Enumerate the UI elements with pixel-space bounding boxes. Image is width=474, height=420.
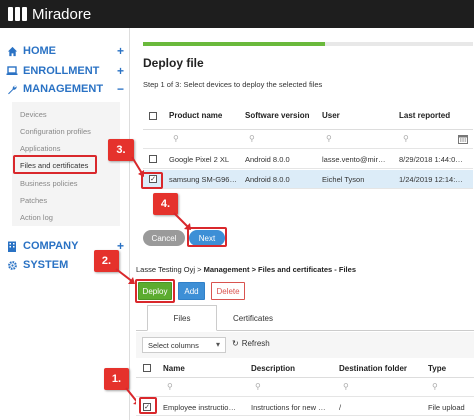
nav-enrollment-label: ENROLLMENT bbox=[23, 65, 100, 77]
device-user: Eichel Tyson bbox=[322, 175, 365, 184]
highlight-file-checkbox bbox=[139, 397, 157, 414]
refresh-icon: ↻ bbox=[232, 339, 239, 348]
select-columns-dropdown[interactable]: Select columns ▾ bbox=[142, 337, 226, 353]
device-row-checkbox[interactable] bbox=[149, 155, 157, 163]
dialog-step-text: Step 1 of 3: Select devices to deploy th… bbox=[143, 80, 323, 89]
nav-home[interactable]: HOME + bbox=[6, 44, 124, 58]
sidebar-item-applications[interactable]: Applications bbox=[20, 144, 60, 153]
file-destination: / bbox=[339, 403, 342, 412]
sidebar-item-patches[interactable]: Patches bbox=[20, 196, 47, 205]
file-description: Instructions for new … bbox=[251, 403, 326, 412]
device-product: Google Pixel 2 XL bbox=[169, 155, 230, 164]
nav-home-label: HOME bbox=[23, 45, 56, 57]
expand-enrollment-icon[interactable]: + bbox=[117, 64, 124, 78]
highlight-files-and-certificates bbox=[13, 155, 97, 174]
col-software-version[interactable]: Software version bbox=[245, 111, 309, 120]
col-name[interactable]: Name bbox=[163, 364, 185, 373]
filter-product-search-icon[interactable]: ⚲ bbox=[173, 134, 179, 143]
top-bar: Miradore bbox=[0, 0, 474, 28]
file-name: Employee instructio… bbox=[163, 403, 236, 412]
app-name[interactable]: Miradore bbox=[32, 6, 91, 23]
highlight-deploy-button bbox=[135, 279, 175, 303]
home-icon bbox=[6, 45, 18, 57]
chevron-down-icon: ▾ bbox=[215, 340, 220, 349]
nav-enrollment[interactable]: ENROLLMENT + bbox=[6, 64, 124, 78]
file-row[interactable]: ✓ Employee instructio… Instructions for … bbox=[136, 398, 474, 416]
deploy-progress-bar bbox=[143, 42, 473, 46]
wrench-icon bbox=[6, 83, 18, 95]
col-destination-folder[interactable]: Destination folder bbox=[339, 364, 407, 373]
device-reported: 8/29/2018 1:44:0… bbox=[399, 155, 463, 164]
select-all-files-checkbox[interactable] bbox=[143, 364, 151, 372]
filter-name-search-icon[interactable]: ⚲ bbox=[167, 382, 173, 391]
delete-button[interactable]: Delete bbox=[211, 282, 245, 300]
select-all-devices-checkbox[interactable] bbox=[149, 112, 157, 120]
device-row-selected[interactable]: ✓ samsung SM-G96… Android 8.0.0 Eichel T… bbox=[143, 170, 473, 189]
dialog-title: Deploy file bbox=[143, 56, 204, 70]
nav-system-label: SYSTEM bbox=[23, 259, 69, 271]
files-table: Name Description Destination folder Type… bbox=[136, 358, 474, 420]
laptop-icon bbox=[6, 65, 18, 77]
tab-certificates[interactable]: Certificates bbox=[218, 305, 288, 331]
device-user: lasse.vento@mir… bbox=[322, 155, 386, 164]
device-product: samsung SM-G96… bbox=[169, 175, 237, 184]
filter-description-search-icon[interactable]: ⚲ bbox=[255, 382, 261, 391]
deploy-progress-fill bbox=[143, 42, 325, 46]
device-row[interactable]: Google Pixel 2 XL Android 8.0.0 lasse.ve… bbox=[143, 150, 473, 169]
sidebar-item-business-policies[interactable]: Business policies bbox=[20, 179, 78, 188]
expand-home-icon[interactable]: + bbox=[117, 44, 124, 58]
filter-user-search-icon[interactable]: ⚲ bbox=[326, 134, 332, 143]
nav-management-label: MANAGEMENT bbox=[23, 83, 104, 95]
sidebar-item-action-log[interactable]: Action log bbox=[20, 213, 53, 222]
nav-management[interactable]: MANAGEMENT − bbox=[6, 82, 124, 96]
select-columns-label: Select columns bbox=[148, 340, 199, 350]
breadcrumb-separator: > bbox=[197, 265, 202, 274]
building-icon bbox=[6, 240, 18, 252]
device-reported: 1/24/2019 12:14:… bbox=[399, 175, 463, 184]
sidebar-item-configuration-profiles[interactable]: Configuration profiles bbox=[20, 127, 91, 136]
tab-files[interactable]: Files bbox=[147, 305, 217, 331]
breadcrumb-path: Management > Files and certificates - Fi… bbox=[203, 265, 356, 274]
add-button[interactable]: Add bbox=[178, 282, 205, 300]
calendar-icon[interactable] bbox=[458, 134, 468, 146]
file-type: File upload bbox=[428, 403, 465, 412]
device-version: Android 8.0.0 bbox=[245, 175, 290, 184]
nav-company-label: COMPANY bbox=[23, 240, 79, 252]
filter-folder-search-icon[interactable]: ⚲ bbox=[343, 382, 349, 391]
sidebar-item-devices[interactable]: Devices bbox=[20, 110, 47, 119]
files-filter-row: ⚲ ⚲ ⚲ ⚲ bbox=[136, 379, 474, 397]
col-type[interactable]: Type bbox=[428, 364, 446, 373]
gear-icon bbox=[6, 259, 18, 271]
filter-reported-search-icon[interactable]: ⚲ bbox=[403, 134, 409, 143]
col-description[interactable]: Description bbox=[251, 364, 295, 373]
breadcrumb-org[interactable]: Lasse Testing Oyj bbox=[136, 265, 195, 274]
callout-arrow-3 bbox=[131, 156, 144, 177]
refresh-button[interactable]: ↻ Refresh bbox=[232, 339, 270, 348]
col-last-reported[interactable]: Last reported bbox=[399, 111, 450, 120]
col-product-name[interactable]: Product name bbox=[169, 111, 222, 120]
callout-arrow-4 bbox=[173, 212, 191, 230]
refresh-label: Refresh bbox=[241, 339, 270, 348]
filter-version-search-icon[interactable]: ⚲ bbox=[249, 134, 255, 143]
files-table-header: Name Description Destination folder Type bbox=[136, 358, 474, 378]
collapse-management-icon[interactable]: − bbox=[117, 82, 124, 96]
col-user[interactable]: User bbox=[322, 111, 340, 120]
filter-type-search-icon[interactable]: ⚲ bbox=[432, 382, 438, 391]
devices-filter-row: ⚲ ⚲ ⚲ ⚲ bbox=[143, 131, 473, 149]
breadcrumb: Lasse Testing Oyj > Management > Files a… bbox=[136, 265, 356, 274]
miradore-logo-icon[interactable] bbox=[8, 7, 27, 21]
device-version: Android 8.0.0 bbox=[245, 155, 290, 164]
devices-table-header: Product name Software version User Last … bbox=[143, 102, 473, 130]
